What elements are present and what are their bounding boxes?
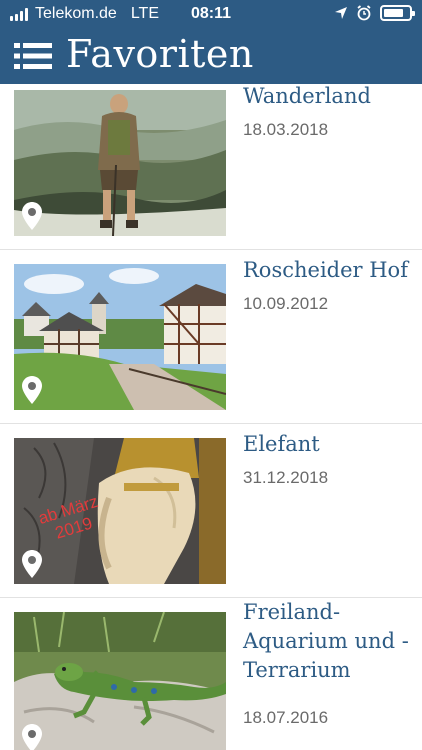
favorites-list: Wanderland 18.03.2018 Roscheider Hof 10.… [0,84,422,750]
roscheider-hof-thumbnail [14,264,226,410]
item-title: Freiland-Aquarium und -Terrarium [243,600,409,682]
battery-icon [380,5,415,21]
wanderer-painting-image [14,90,226,236]
location-pin-icon[interactable] [22,724,42,750]
lizard-image [14,612,226,750]
alarm-clock-icon [357,5,371,21]
freiland-aquarium-thumbnail [14,612,226,750]
item-date: 18.07.2016 [243,708,329,727]
item-date: 18.03.2018 [243,120,329,139]
page-title: Favoriten [66,32,254,76]
wanderland-thumbnail [14,90,226,236]
location-pin-icon[interactable] [22,376,42,404]
location-arrow-icon [335,7,347,19]
item-title: Elefant [243,432,320,456]
location-pin-icon[interactable] [22,202,42,230]
village-houses-image [14,264,226,410]
item-title: Wanderland [243,84,371,108]
header-bar: Favoriten [0,30,422,84]
item-date: 10.09.2012 [243,294,329,313]
elefant-thumbnail: ab März 2019 [14,438,226,584]
list-item-elefant[interactable]: ab März 2019 Elefant 31.12.2018 [0,424,422,598]
location-pin-icon[interactable] [22,550,42,578]
list-item-freiland-aquarium[interactable]: Freiland-Aquarium und -Terrarium 18.07.2… [0,598,422,750]
item-date: 31.12.2018 [243,468,329,487]
status-bar: Telekom.de LTE 08:11 [0,0,422,30]
list-item-roscheider-hof[interactable]: Roscheider Hof 10.09.2012 [0,250,422,424]
status-right [326,5,415,21]
item-title: Roscheider Hof [243,258,408,282]
list-item-wanderland[interactable]: Wanderland 18.03.2018 [0,84,422,250]
hamburger-menu-icon[interactable] [14,40,52,72]
